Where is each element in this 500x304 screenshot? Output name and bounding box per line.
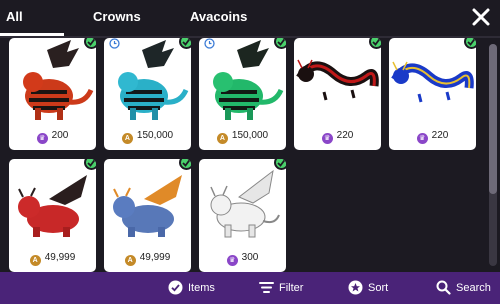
- tab-avacoins[interactable]: Avacoins: [190, 0, 247, 36]
- item-price: ♛ 220: [294, 130, 381, 144]
- tab-all[interactable]: All: [0, 0, 64, 36]
- sort-label: Sort: [368, 282, 389, 294]
- dragon-image: [391, 61, 474, 103]
- avacoin-icon: A: [216, 133, 228, 144]
- item-price: A 49,999: [104, 252, 191, 266]
- check-circle-icon: [168, 280, 183, 295]
- crown-icon: ♛: [226, 255, 238, 266]
- item-card[interactable]: A 49,999: [9, 159, 96, 272]
- grid-scrollbar[interactable]: [489, 44, 497, 266]
- dragon-image: [113, 175, 182, 237]
- clock-icon: [109, 38, 120, 49]
- avacoin-icon: A: [121, 133, 133, 144]
- category-tab-bar: All Crowns Avacoins: [0, 0, 500, 38]
- item-price: ♛ 200: [9, 130, 96, 144]
- sort-button[interactable]: Sort: [348, 272, 392, 304]
- filter-icon: [259, 282, 274, 293]
- filter-button[interactable]: Filter: [259, 272, 309, 304]
- close-button[interactable]: [470, 6, 492, 28]
- item-price: A 150,000: [104, 130, 191, 144]
- avacoin-icon: A: [124, 255, 136, 266]
- item-card[interactable]: ♛ 220: [294, 38, 381, 150]
- clock-icon: [204, 38, 215, 49]
- item-card[interactable]: A 150,000: [104, 38, 191, 150]
- crown-icon: ♛: [321, 133, 333, 144]
- item-card[interactable]: ♛ 300: [199, 159, 286, 272]
- items-button[interactable]: Items: [168, 272, 226, 304]
- item-card[interactable]: A 150,000: [199, 38, 286, 150]
- item-price: A 49,999: [9, 252, 96, 266]
- bottom-toolbar: Items Filter Sort Search: [0, 272, 500, 304]
- search-label: Search: [456, 282, 491, 294]
- dragon-image: [296, 59, 379, 101]
- item-card[interactable]: ♛ 200: [9, 38, 96, 150]
- tab-crowns[interactable]: Crowns: [93, 0, 141, 36]
- avacoin-icon: A: [29, 255, 41, 266]
- dragon-image: [18, 175, 87, 237]
- close-icon: [472, 8, 490, 26]
- search-icon: [436, 280, 451, 295]
- dragon-image: [118, 40, 189, 120]
- item-card[interactable]: ♛ 220: [389, 38, 476, 150]
- item-card[interactable]: A 49,999: [104, 159, 191, 272]
- filter-label: Filter: [279, 282, 304, 294]
- sort-icon: [348, 280, 363, 295]
- item-price: A 150,000: [199, 130, 286, 144]
- item-grid: ♛ 200 A 150,000 A 150,000 ♛ 220 ♛ 220 A …: [0, 38, 484, 272]
- item-price: ♛ 300: [199, 252, 286, 266]
- dragon-image: [213, 40, 284, 120]
- dragon-image: [23, 40, 94, 120]
- scrollbar-thumb[interactable]: [489, 44, 497, 194]
- dragon-image: [210, 169, 280, 238]
- crown-icon: ♛: [36, 133, 48, 144]
- search-button[interactable]: Search: [436, 272, 498, 304]
- item-price: ♛ 220: [389, 130, 476, 144]
- items-label: Items: [188, 282, 215, 294]
- crown-icon: ♛: [416, 133, 428, 144]
